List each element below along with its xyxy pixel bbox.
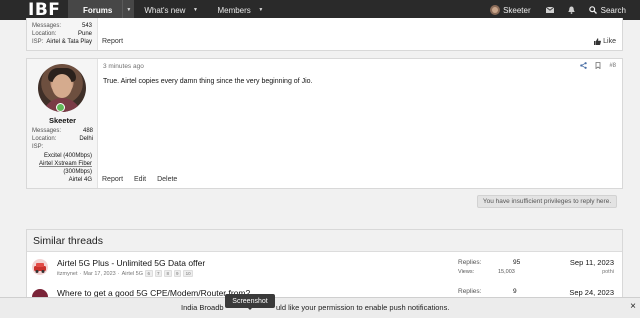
tab-forums[interactable]: Forums ▼: [68, 0, 135, 20]
thread-meta: itzmynet · Mar 17, 2023 · Airtel 5G 6 7 …: [57, 270, 194, 277]
like-label: Like: [603, 38, 616, 45]
post-previous: Messages: 543 Location: Pune ISP: Airtel…: [26, 18, 623, 51]
isp-line: (300Mbps): [63, 169, 92, 175]
online-status-dot: [56, 103, 65, 112]
avatar: [490, 5, 501, 15]
post-tools: #8: [580, 62, 616, 69]
thread-forum[interactable]: Airtel 5G: [122, 271, 143, 277]
post-number[interactable]: #8: [609, 63, 616, 69]
user-menu[interactable]: Skeeter: [482, 5, 539, 15]
thumbs-up-icon: [594, 38, 602, 45]
report-link[interactable]: Report: [102, 176, 123, 183]
list-item[interactable]: Airtel 5G Plus - Unlimited 5G Data offer…: [27, 255, 622, 279]
no-reply-notice: You have insufficient privileges to repl…: [477, 195, 617, 208]
push-message-end: uld like your permission to enable push …: [276, 303, 450, 312]
last-post-date[interactable]: Sep 24, 2023: [569, 288, 614, 297]
isp-line: Airtel 4G: [68, 177, 92, 183]
post-actions: Report Edit Delete: [102, 176, 177, 183]
thread-title[interactable]: Airtel 5G Plus - Unlimited 5G Data offer: [57, 258, 205, 268]
chevron-down-icon[interactable]: ▼: [191, 0, 199, 20]
thread-date: Mar 17, 2023: [83, 270, 116, 277]
isp-list: Excitel (400Mbps) Airtel Xstream Fiber (…: [39, 152, 92, 184]
last-post-date[interactable]: Sep 11, 2023: [570, 258, 614, 267]
tab-whats-new-label: What's new: [144, 5, 186, 15]
post-author[interactable]: Skeeter: [27, 116, 98, 125]
tab-whats-new[interactable]: What's new ▼: [134, 0, 207, 20]
tab-members[interactable]: Members ▼: [207, 0, 272, 20]
push-message-start: India Broadb: [181, 303, 224, 312]
close-icon[interactable]: ×: [630, 301, 636, 312]
report-link[interactable]: Report: [102, 38, 123, 45]
chevron-down-icon[interactable]: ▼: [257, 0, 265, 20]
post-user-sidebar: Messages: 543 Location: Pune ISP: Airtel…: [27, 18, 98, 50]
stat-location: Location: Delhi: [32, 136, 93, 142]
share-icon[interactable]: [580, 62, 588, 69]
nav-right-group: Skeeter Search: [482, 0, 640, 20]
search-icon: [588, 6, 597, 14]
site-logo[interactable]: IBF: [0, 0, 68, 20]
isp-line: Excitel (400Mbps): [43, 153, 92, 159]
tab-members-label: Members: [217, 5, 251, 15]
stat-isp: ISP: Airtel & Tata Play: [32, 39, 92, 45]
isp-line[interactable]: Airtel Xstream Fiber: [39, 160, 92, 168]
similar-threads-heading: Similar threads: [27, 230, 622, 252]
post-timestamp[interactable]: 3 minutes ago: [103, 63, 144, 70]
post-main: Skeeter Messages: 488 Location: Delhi IS…: [26, 58, 623, 189]
page-link[interactable]: 10: [183, 270, 194, 277]
page-link[interactable]: 7: [154, 270, 163, 277]
delete-link[interactable]: Delete: [157, 176, 177, 183]
page-link[interactable]: 9: [173, 270, 182, 277]
page-link[interactable]: 8: [164, 270, 172, 277]
page-link[interactable]: 6: [145, 270, 153, 277]
stat-messages: Messages: 488: [32, 128, 93, 134]
like-button[interactable]: Like: [594, 38, 616, 45]
edit-link[interactable]: Edit: [134, 176, 146, 183]
thread-author[interactable]: itzmynet: [57, 271, 77, 277]
envelope-icon[interactable]: [539, 0, 561, 20]
tab-forums-label: Forums: [83, 5, 113, 15]
post-body: True. Airtel copies every damn thing sin…: [103, 78, 313, 85]
replies-stat: Replies: 9: [458, 288, 517, 295]
bell-icon[interactable]: [561, 0, 583, 20]
screenshot-tooltip: Screenshot: [225, 294, 275, 310]
stat-isp: ISP:: [32, 144, 44, 150]
bookmark-icon[interactable]: [595, 62, 601, 69]
chevron-down-icon[interactable]: ▼: [122, 0, 134, 20]
top-navigation: IBF Forums ▼ What's new ▼ Members ▼ Skee…: [0, 0, 640, 20]
replies-stat: Replies: 95: [458, 259, 521, 266]
stat-location: Location: Pune: [32, 31, 92, 37]
username: Skeeter: [503, 5, 531, 15]
push-notification-bar: India Broadb uld like your permission to…: [0, 297, 640, 318]
thread-author-avatar[interactable]: [32, 259, 48, 275]
author-stats: Messages: 488 Location: Delhi ISP:: [27, 127, 98, 151]
last-post-user[interactable]: pothi: [602, 269, 614, 275]
views-stat: Views: 15,003: [458, 269, 515, 275]
stat-messages: Messages: 543: [32, 23, 92, 29]
search-label: Search: [600, 5, 626, 15]
post-actions: Report: [102, 38, 123, 45]
search-button[interactable]: Search: [583, 6, 640, 15]
post-user-sidebar: Skeeter Messages: 488 Location: Delhi IS…: [27, 59, 98, 188]
